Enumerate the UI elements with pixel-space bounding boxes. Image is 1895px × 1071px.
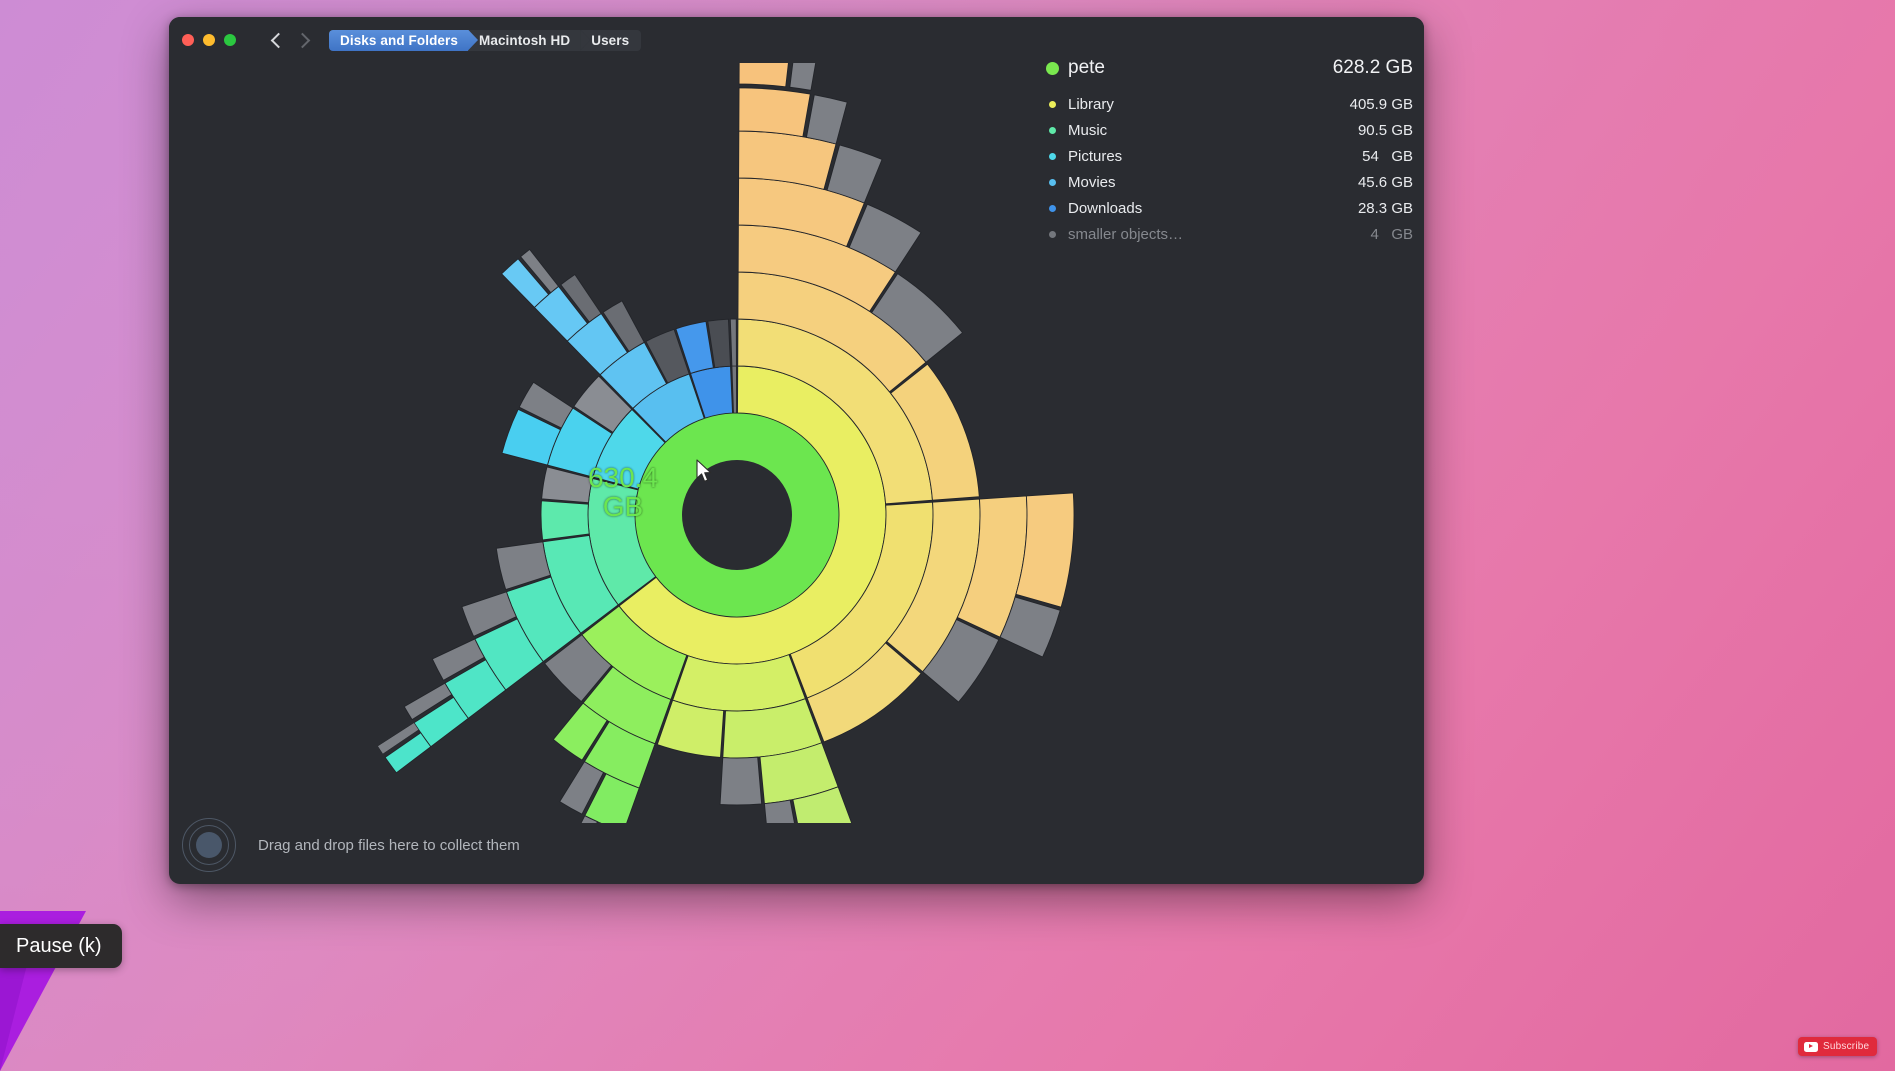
breadcrumb-label: Users [591, 33, 629, 48]
breadcrumb-item-macintosh-hd[interactable]: Macintosh HD [468, 30, 580, 51]
pause-overlay[interactable]: Pause (k) [0, 924, 122, 968]
drop-bar[interactable]: Drag and drop files here to collect them [169, 806, 1424, 884]
chevron-right-icon[interactable] [295, 32, 311, 48]
sunburst-segment[interactable] [730, 319, 736, 366]
pause-label: Pause (k) [16, 935, 102, 958]
sunburst-segment[interactable] [790, 63, 818, 90]
sunburst-hub[interactable] [682, 460, 792, 570]
traffic-lights [182, 34, 236, 46]
sunburst-chart[interactable]: 630.4 GB [169, 63, 1424, 823]
breadcrumb-item-disks-and-folders[interactable]: Disks and Folders [329, 30, 468, 51]
play-icon [1804, 1042, 1818, 1052]
subscribe-button[interactable]: Subscribe [1798, 1037, 1877, 1056]
close-button[interactable] [182, 34, 194, 46]
sunburst-segment[interactable] [739, 63, 791, 87]
minimize-button[interactable] [203, 34, 215, 46]
app-window: Disks and FoldersMacintosh HDUsers pete6… [169, 17, 1424, 884]
breadcrumb-label: Macintosh HD [479, 33, 570, 48]
sunburst-segment[interactable] [720, 757, 762, 805]
drop-bar-label: Drag and drop files here to collect them [258, 837, 520, 854]
sunburst-segment[interactable] [806, 95, 847, 144]
subscribe-label: Subscribe [1823, 1041, 1869, 1052]
sunburst-svg[interactable] [229, 63, 1309, 823]
drop-target-icon[interactable] [182, 818, 236, 872]
chevron-left-icon[interactable] [271, 32, 287, 48]
zoom-button[interactable] [224, 34, 236, 46]
sunburst-segment[interactable] [541, 501, 589, 540]
breadcrumb-label: Disks and Folders [340, 33, 458, 48]
sunburst-segment[interactable] [739, 88, 810, 137]
nav-arrows [273, 35, 308, 46]
breadcrumb: Disks and Folders Macintosh HD Users [329, 30, 641, 51]
